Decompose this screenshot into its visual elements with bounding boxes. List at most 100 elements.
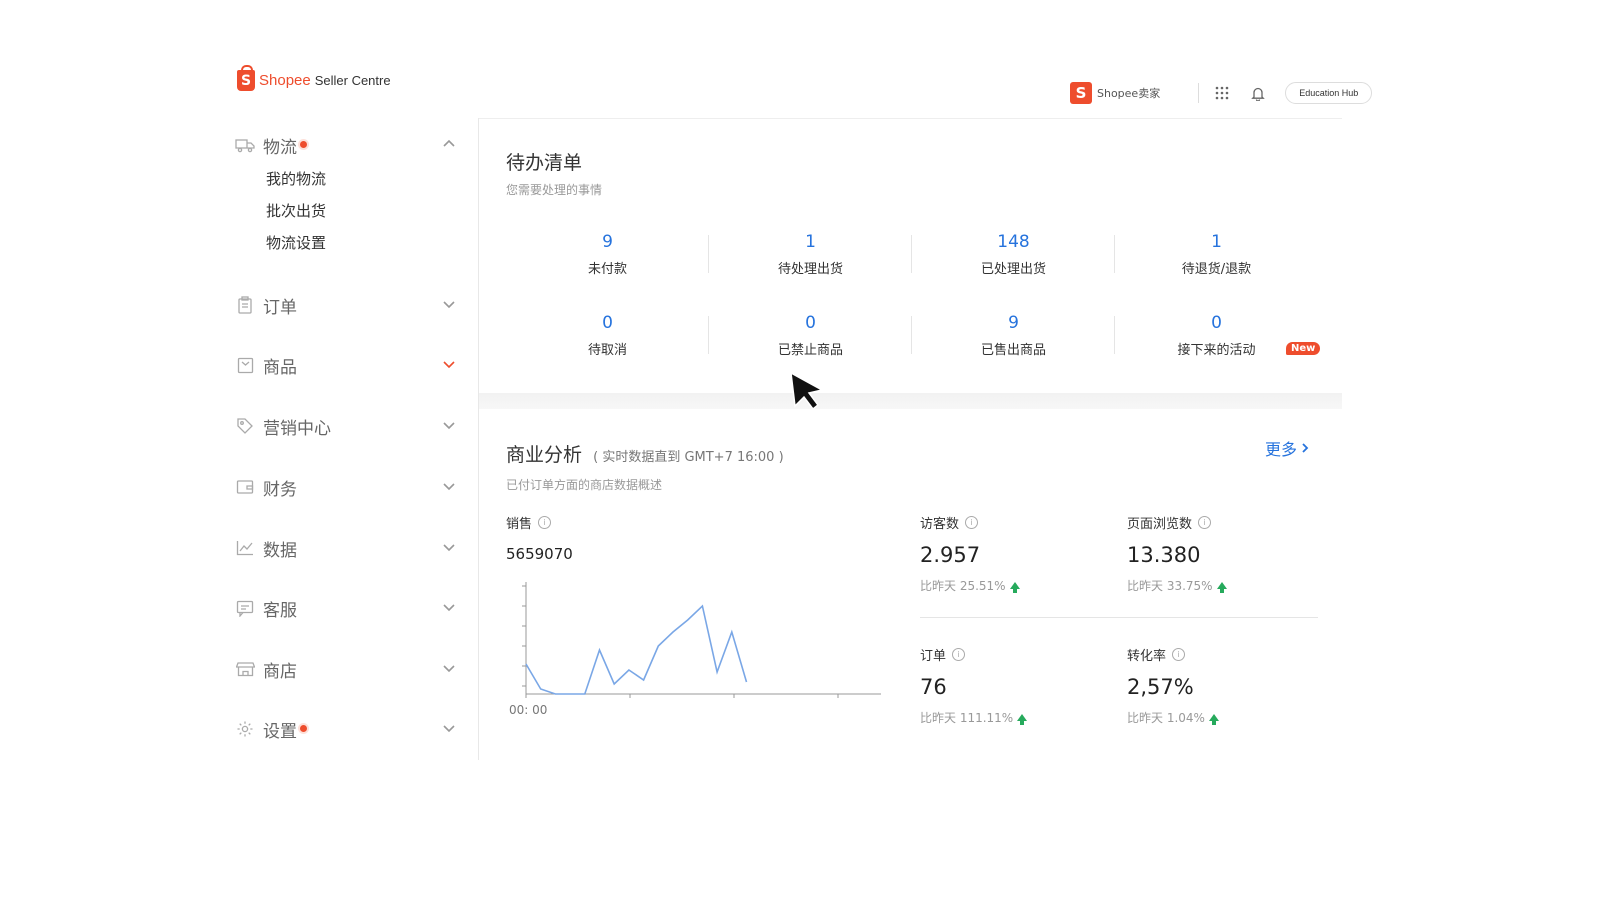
sidebar-item-label: 订单 (263, 297, 297, 318)
shopee-logo[interactable]: S Shopee Seller Centre (237, 65, 391, 91)
metric-compare: 比昨天 33.75% (1127, 579, 1213, 593)
sales-label-text: 销售 (506, 517, 533, 532)
info-icon[interactable]: i (538, 516, 552, 529)
sidebar-item-label: 营销中心 (263, 418, 331, 439)
todo-returns[interactable]: 1 待退货/退款 (1115, 232, 1318, 277)
sidebar-item-label: 财务 (263, 479, 297, 500)
todo-label: 已处理出货 (980, 262, 1046, 277)
todo-label: 待处理出货 (777, 262, 843, 277)
todo-desc: 您需要处理的事情 (506, 183, 603, 197)
chevron-down-icon[interactable] (442, 600, 456, 614)
sidebar-item-data[interactable]: 数据 (234, 533, 474, 563)
chevron-down-icon[interactable] (442, 661, 456, 675)
sales-label: 销售 i (506, 513, 552, 532)
chevron-down-icon[interactable] (442, 540, 456, 554)
todo-count: 1 (1211, 232, 1222, 252)
todo-shipped[interactable]: 148 已处理出货 (912, 232, 1115, 277)
wallet-icon (234, 476, 256, 498)
business-note: ( 实时数据直到 GMT+7 16:00 ) (593, 450, 784, 465)
education-hub-button[interactable]: Education Hub (1285, 82, 1373, 104)
sidebar-item-customer-service[interactable]: 客服 (234, 593, 474, 623)
gear-icon (234, 718, 256, 740)
sidebar-item-logistics[interactable]: 物流 (234, 130, 474, 160)
notification-dot (300, 724, 307, 732)
clipboard-icon (234, 294, 256, 316)
bell-icon[interactable] (1249, 84, 1267, 102)
info-icon[interactable]: i (1172, 648, 1186, 661)
sidebar-subitem-logistics-settings[interactable]: 物流设置 (234, 227, 326, 259)
todo-to-cancel[interactable]: 0 待取消 (506, 313, 709, 358)
sidebar-item-orders[interactable]: 订单 (234, 290, 474, 320)
sidebar-item-finance[interactable]: 财务 (234, 472, 474, 502)
tag-icon (234, 415, 256, 437)
more-link[interactable]: 更多 (1265, 436, 1310, 460)
content-top-border (479, 118, 1342, 119)
chart-axes (522, 582, 881, 698)
sidebar-item-store[interactable]: 商店 (234, 654, 474, 684)
info-icon[interactable]: i (965, 516, 979, 529)
metric-compare: 比昨天 25.51% (920, 579, 1006, 593)
metric-label: 页面浏览数 (1127, 517, 1193, 532)
shopee-bag-icon: S (1070, 82, 1092, 104)
truck-icon (234, 134, 256, 156)
todo-count: 0 (602, 313, 613, 333)
more-label: 更多 (1265, 440, 1298, 459)
notification-dot (300, 140, 307, 148)
arrow-up-icon (1017, 714, 1028, 725)
sidebar-item-label: 商店 (263, 661, 297, 682)
metric-orders: 订单 i 76 比昨天 111.11% (920, 645, 1120, 726)
sidebar-subitem-my-logistics[interactable]: 我的物流 (234, 163, 326, 195)
chevron-down-icon[interactable] (442, 479, 456, 493)
sales-value: 5659070 (506, 545, 573, 563)
store-icon (234, 658, 256, 680)
todo-unpaid[interactable]: 9 未付款 (506, 232, 709, 277)
topbar-brand[interactable]: S Shopee卖家 (1070, 82, 1160, 104)
topbar-separator (1198, 83, 1200, 103)
metric-conversion-rate: 转化率 i 2,57% 比昨天 1.04% (1127, 645, 1327, 726)
sidebar-item-settings[interactable]: 设置 (234, 714, 474, 744)
x-axis-label: 00: 00 (509, 703, 547, 717)
info-icon[interactable]: i (952, 648, 966, 661)
chat-icon (234, 597, 256, 619)
arrow-up-icon (1009, 582, 1020, 593)
sidebar-item-marketing[interactable]: 营销中心 (234, 411, 474, 441)
shopee-bag-icon: S (237, 65, 255, 91)
todo-sold-out[interactable]: 9 已售出商品 (912, 313, 1115, 358)
info-icon[interactable]: i (1198, 516, 1212, 529)
todo-to-ship[interactable]: 1 待处理出货 (709, 232, 912, 277)
sidebar-item-label: 客服 (263, 600, 297, 621)
metric-value: 76 (920, 675, 947, 699)
sidebar-item-products[interactable]: 商品 (234, 350, 474, 380)
chevron-down-icon[interactable] (442, 357, 456, 371)
todo-label: 待取消 (587, 343, 627, 358)
metric-label: 订单 (920, 649, 947, 664)
sidebar-item-label: 物流 (263, 137, 297, 158)
todo-banned-products[interactable]: 0 已禁止商品 (709, 313, 912, 358)
sidebar-item-label: 商品 (263, 357, 297, 378)
sidebar-subitem-batch-shipping[interactable]: 批次出货 (234, 195, 326, 227)
arrow-up-icon (1208, 714, 1219, 725)
metric-value: 13.380 (1127, 543, 1201, 567)
todo-title: 待办清单 (506, 152, 583, 174)
business-section: 商业分析 ( 实时数据直到 GMT+7 16:00 ) 已付订单方面的商店数据概… (506, 440, 1326, 493)
todo-count: 148 (997, 232, 1030, 252)
metric-value: 2.957 (920, 543, 981, 567)
todo-section: 待办清单 您需要处理的事情 9 未付款 1 待处理出货 148 已处理出货 1 … (506, 148, 1326, 358)
todo-label: 已禁止商品 (777, 343, 843, 358)
chevron-down-icon[interactable] (442, 418, 456, 432)
arrow-up-icon (1216, 582, 1227, 593)
box-icon (234, 354, 256, 376)
chevron-down-icon[interactable] (442, 721, 456, 735)
sales-chart: 00: 00 (509, 582, 881, 717)
chevron-up-icon[interactable] (442, 137, 456, 151)
chevron-down-icon[interactable] (442, 297, 456, 311)
new-badge: New (1286, 342, 1321, 355)
sidebar-divider (478, 118, 479, 760)
brand-name: Shopee (259, 72, 311, 89)
topbar: S Shopee卖家 Education Hub (1070, 76, 1373, 110)
grid-icon[interactable] (1213, 84, 1231, 102)
sidebar-item-label: 设置 (263, 721, 297, 742)
chart-icon (234, 537, 256, 559)
metric-page-views: 页面浏览数 i 13.380 比昨天 33.75% (1127, 513, 1327, 594)
metric-compare: 比昨天 1.04% (1127, 711, 1205, 725)
